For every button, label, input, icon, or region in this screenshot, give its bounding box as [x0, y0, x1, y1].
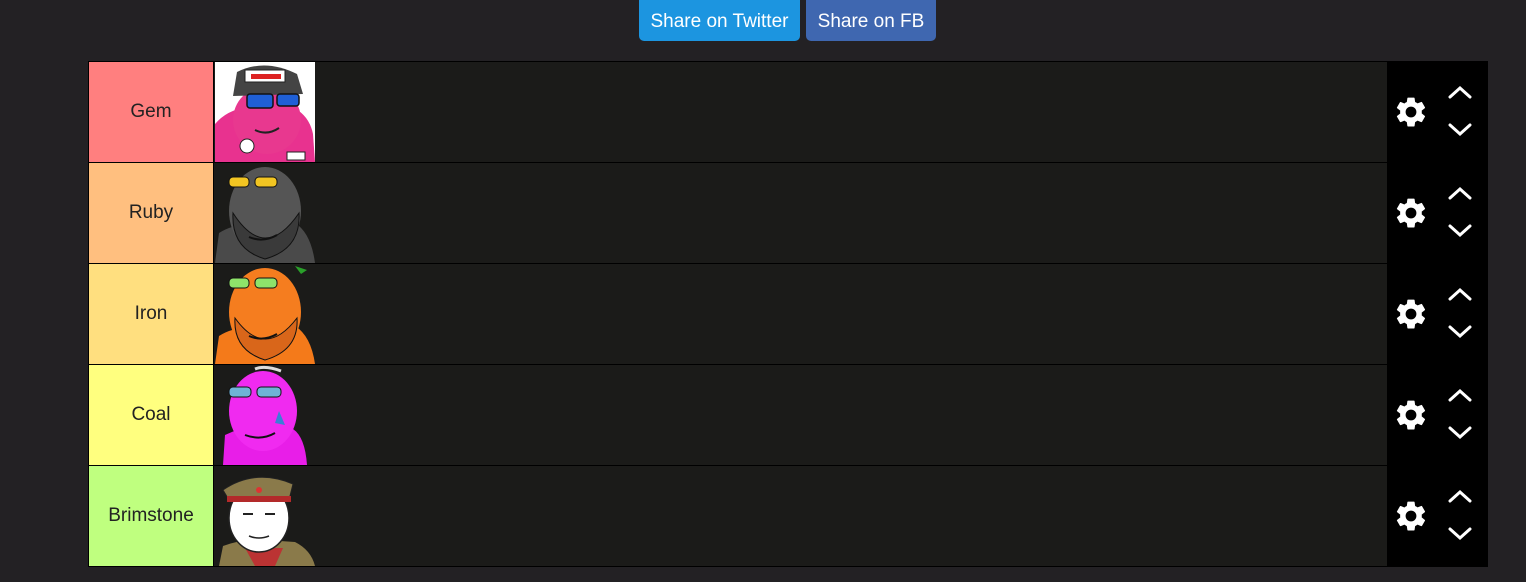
chevron-up-icon[interactable]	[1447, 286, 1473, 302]
tier-label[interactable]: Coal	[89, 365, 214, 465]
tier-controls	[1387, 62, 1487, 162]
tier-controls	[1387, 466, 1487, 566]
chevron-down-icon[interactable]	[1447, 223, 1473, 239]
gray-bearded-wojak-image	[215, 163, 315, 263]
tier-item-image[interactable]	[215, 163, 315, 263]
tier-list: Gem Ruby Iron Coal Brimstone	[88, 61, 1488, 567]
tier-items-dropzone[interactable]	[214, 365, 1387, 465]
tier-row-gem: Gem	[89, 62, 1487, 162]
chevron-down-icon[interactable]	[1447, 122, 1473, 138]
tier-controls	[1387, 365, 1487, 465]
share-bar: Share on Twitter Share on FB	[639, 0, 936, 41]
tier-items-dropzone[interactable]	[214, 466, 1387, 566]
tier-item-image[interactable]	[215, 264, 315, 364]
tier-items-dropzone[interactable]	[214, 62, 1387, 162]
tier-label[interactable]: Brimstone	[89, 466, 214, 566]
tier-controls	[1387, 163, 1487, 263]
share-fb-button[interactable]: Share on FB	[806, 0, 936, 41]
gear-icon[interactable]	[1393, 195, 1429, 231]
chevron-up-icon[interactable]	[1447, 387, 1473, 403]
chevron-up-icon[interactable]	[1447, 84, 1473, 100]
tier-label[interactable]: Iron	[89, 264, 214, 364]
tier-row-coal: Coal	[89, 365, 1487, 465]
gear-icon[interactable]	[1393, 94, 1429, 130]
tier-label[interactable]: Ruby	[89, 163, 214, 263]
pink-wojak-cap-image	[215, 62, 315, 162]
gear-icon[interactable]	[1393, 296, 1429, 332]
chevron-up-icon[interactable]	[1447, 185, 1473, 201]
tier-row-iron: Iron	[89, 264, 1487, 364]
gear-icon[interactable]	[1393, 498, 1429, 534]
chevron-down-icon[interactable]	[1447, 425, 1473, 441]
tier-label[interactable]: Gem	[89, 62, 214, 162]
gear-icon[interactable]	[1393, 397, 1429, 433]
tier-controls	[1387, 264, 1487, 364]
chevron-up-icon[interactable]	[1447, 488, 1473, 504]
tier-item-image[interactable]	[215, 365, 315, 465]
soldier-wojak-image	[215, 466, 315, 566]
magenta-wojak-image	[215, 365, 315, 465]
tier-row-ruby: Ruby	[89, 163, 1487, 263]
tier-item-image[interactable]	[215, 466, 315, 566]
chevron-down-icon[interactable]	[1447, 526, 1473, 542]
orange-bearded-wojak-image	[215, 264, 315, 364]
share-twitter-button[interactable]: Share on Twitter	[639, 0, 800, 41]
tier-items-dropzone[interactable]	[214, 163, 1387, 263]
tier-item-image[interactable]	[215, 62, 315, 162]
chevron-down-icon[interactable]	[1447, 324, 1473, 340]
tier-items-dropzone[interactable]	[214, 264, 1387, 364]
tier-row-brimstone: Brimstone	[89, 466, 1487, 566]
